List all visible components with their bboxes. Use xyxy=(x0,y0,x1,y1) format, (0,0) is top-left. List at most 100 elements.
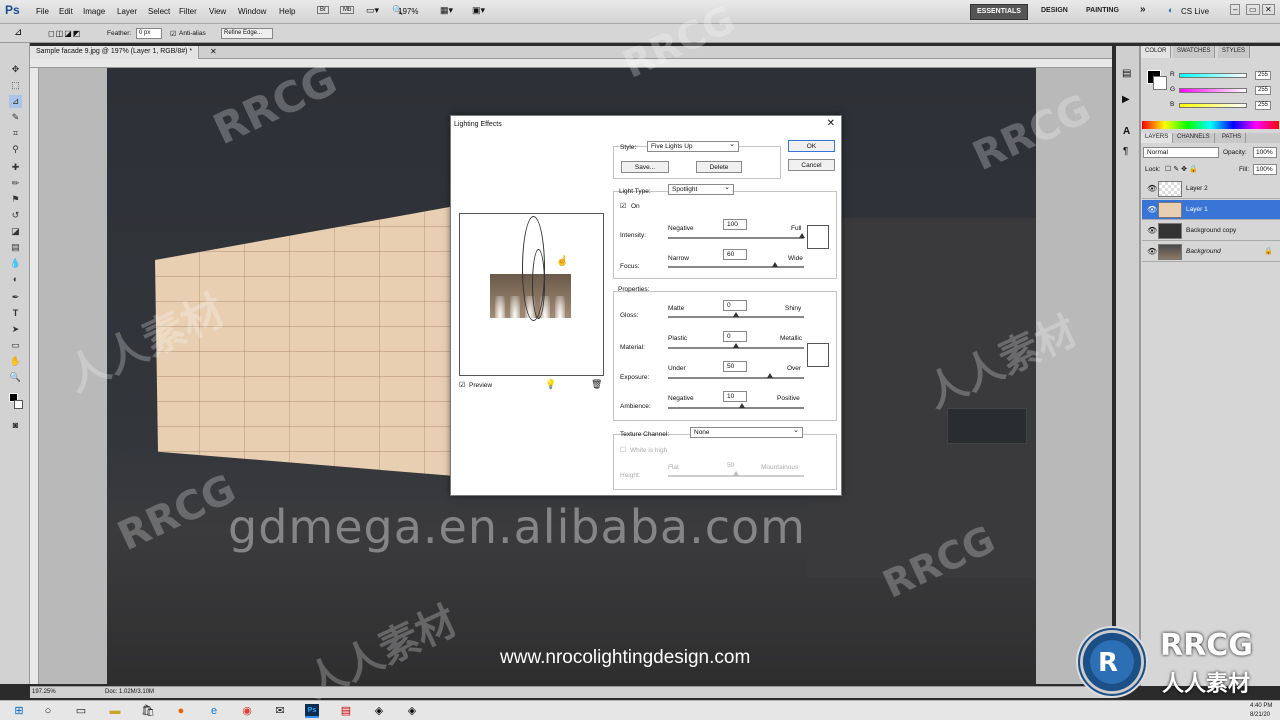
selection-mode-icons[interactable]: ◻◫◪◩ xyxy=(48,29,81,38)
material-input[interactable]: 0 xyxy=(723,331,747,342)
delete-style-button[interactable]: Delete xyxy=(696,161,742,173)
restore-button[interactable]: ▭ xyxy=(1246,4,1260,15)
channel-b-input[interactable]: 255 xyxy=(1255,101,1271,110)
pen-tool-icon[interactable]: ✒ xyxy=(9,291,22,304)
intensity-slider[interactable] xyxy=(668,237,804,239)
menu-window[interactable]: Window xyxy=(238,7,266,16)
eye-icon[interactable]: 👁 xyxy=(1147,226,1157,235)
type-tool-icon[interactable]: T xyxy=(9,307,22,320)
windows-start-icon[interactable]: ⊞ xyxy=(12,704,26,718)
dodge-tool-icon[interactable]: ◐ xyxy=(9,273,22,286)
light-type-select[interactable]: Spotlight xyxy=(668,183,734,195)
layer-row-background[interactable]: 👁 Background 🔒 xyxy=(1142,242,1280,262)
gloss-slider-thumb[interactable] xyxy=(733,312,739,317)
minimize-button[interactable]: – xyxy=(1230,4,1241,15)
refine-edge-button[interactable]: Refine Edge... xyxy=(221,28,273,39)
channel-b-slider[interactable] xyxy=(1179,103,1247,108)
menu-select[interactable]: Select xyxy=(148,7,170,16)
color-panel-background[interactable] xyxy=(1153,76,1167,90)
lasso-tool-icon[interactable]: ⊿ xyxy=(9,95,22,108)
healing-brush-tool-icon[interactable]: ✚ xyxy=(9,161,22,174)
more-workspaces-icon[interactable]: » xyxy=(1134,1,1152,17)
history-brush-tool-icon[interactable]: ↺ xyxy=(9,209,22,222)
texture-channel-select[interactable]: None xyxy=(690,426,803,438)
eye-icon[interactable]: 👁 xyxy=(1147,184,1157,193)
crop-tool-icon[interactable]: ⌗ xyxy=(9,127,22,140)
intensity-slider-thumb[interactable] xyxy=(799,233,805,238)
workspace-design[interactable]: DESIGN xyxy=(1035,4,1074,20)
workspace-painting[interactable]: PAINTING xyxy=(1080,4,1125,20)
preview-checkbox[interactable]: ☑ xyxy=(459,381,465,389)
ambience-slider[interactable] xyxy=(668,407,804,409)
exposure-slider[interactable] xyxy=(668,377,804,379)
document-tab[interactable]: Sample facade 9.jpg @ 197% (Layer 1, RGB… xyxy=(30,46,200,59)
dialog-close-icon[interactable]: ✕ xyxy=(827,118,835,129)
history-panel-icon[interactable]: ▤ xyxy=(1122,68,1131,79)
quick-selection-tool-icon[interactable]: ✎ xyxy=(9,111,22,124)
tab-styles[interactable]: STYLES xyxy=(1218,46,1251,58)
app-icon[interactable]: ◈ xyxy=(405,704,419,718)
close-tab-icon[interactable]: ✕ xyxy=(210,47,217,56)
app-icon[interactable]: ◈ xyxy=(372,704,386,718)
menu-file[interactable]: File xyxy=(36,7,49,16)
light-preview[interactable]: ☝ xyxy=(459,213,604,376)
light-color-swatch[interactable] xyxy=(807,225,829,249)
feather-input[interactable]: 0 px xyxy=(136,28,162,39)
paragraph-panel-icon[interactable]: ¶ xyxy=(1123,146,1128,157)
ok-button[interactable]: OK xyxy=(788,140,835,152)
pdf-icon[interactable]: ▤ xyxy=(339,704,353,718)
channel-r-slider[interactable] xyxy=(1179,73,1247,78)
store-icon[interactable]: 🛍 xyxy=(141,704,155,718)
focus-slider-thumb[interactable] xyxy=(772,262,778,267)
brush-tool-icon[interactable]: ✏ xyxy=(9,177,22,190)
gloss-input[interactable]: 0 xyxy=(723,300,747,311)
eraser-tool-icon[interactable]: ◪ xyxy=(9,225,22,238)
shape-tool-icon[interactable]: ▭ xyxy=(9,339,22,352)
gradient-tool-icon[interactable]: ▤ xyxy=(9,241,22,254)
channel-r-input[interactable]: 255 xyxy=(1255,71,1271,80)
layer-row-background-copy[interactable]: 👁 Background copy xyxy=(1142,221,1280,241)
save-style-button[interactable]: Save... xyxy=(621,161,669,173)
eye-icon[interactable]: 👁 xyxy=(1147,205,1157,214)
lock-icons[interactable]: ☐✎✥🔒 xyxy=(1165,165,1200,173)
tab-layers[interactable]: LAYERS xyxy=(1141,133,1174,143)
menu-help[interactable]: Help xyxy=(279,7,295,16)
channel-g-slider[interactable] xyxy=(1179,88,1247,93)
layer-row-layer1[interactable]: 👁 Layer 1 xyxy=(1142,200,1280,220)
chrome-icon[interactable]: ◉ xyxy=(240,704,254,718)
layer-row-layer2[interactable]: 👁 Layer 2 xyxy=(1142,179,1280,199)
firefox-icon[interactable]: ● xyxy=(174,704,188,718)
tab-swatches[interactable]: SWATCHES xyxy=(1173,46,1216,58)
exposure-input[interactable]: 50 xyxy=(723,361,747,372)
actions-panel-icon[interactable]: ▶ xyxy=(1122,94,1130,105)
mail-icon[interactable]: ✉ xyxy=(273,704,287,718)
eye-icon[interactable]: 👁 xyxy=(1147,247,1157,256)
style-select[interactable]: Five Lights Up xyxy=(647,140,739,152)
clone-stamp-tool-icon[interactable]: ⚑ xyxy=(9,193,22,206)
color-spectrum[interactable] xyxy=(1142,121,1279,129)
tab-color[interactable]: COLOR xyxy=(1141,46,1172,58)
screen-mode-icon[interactable]: ▣▾ xyxy=(472,5,485,16)
cs-live[interactable]: CS Live xyxy=(1181,7,1209,16)
ambience-input[interactable]: 10 xyxy=(723,391,747,402)
opacity-input[interactable]: 100% xyxy=(1253,147,1277,158)
focus-slider[interactable] xyxy=(668,266,804,268)
menu-image[interactable]: Image xyxy=(83,7,105,16)
edge-icon[interactable]: e xyxy=(207,704,221,718)
character-panel-icon[interactable]: A xyxy=(1123,126,1130,137)
trash-icon[interactable]: 🗑 xyxy=(591,379,602,390)
background-color-swatch[interactable] xyxy=(14,400,23,409)
exposure-slider-thumb[interactable] xyxy=(767,373,773,378)
anti-alias-checkbox[interactable]: ☑ xyxy=(170,30,176,38)
white-is-high-checkbox[interactable]: ☐ xyxy=(620,446,626,454)
view-extras-icon[interactable]: ▭▾ xyxy=(366,5,379,16)
clock-time[interactable]: 4:40 PM xyxy=(1250,703,1272,709)
workspace-essentials[interactable]: ESSENTIALS xyxy=(970,4,1028,20)
path-selection-tool-icon[interactable]: ➤ xyxy=(9,323,22,336)
minibridge-icon[interactable]: Mb xyxy=(340,6,355,14)
menu-edit[interactable]: Edit xyxy=(59,7,73,16)
clock-date[interactable]: 8/21/20 xyxy=(1250,712,1270,718)
close-app-button[interactable]: ✕ xyxy=(1262,4,1275,15)
file-explorer-icon[interactable]: ▬ xyxy=(108,704,122,718)
channel-g-input[interactable]: 255 xyxy=(1255,86,1271,95)
